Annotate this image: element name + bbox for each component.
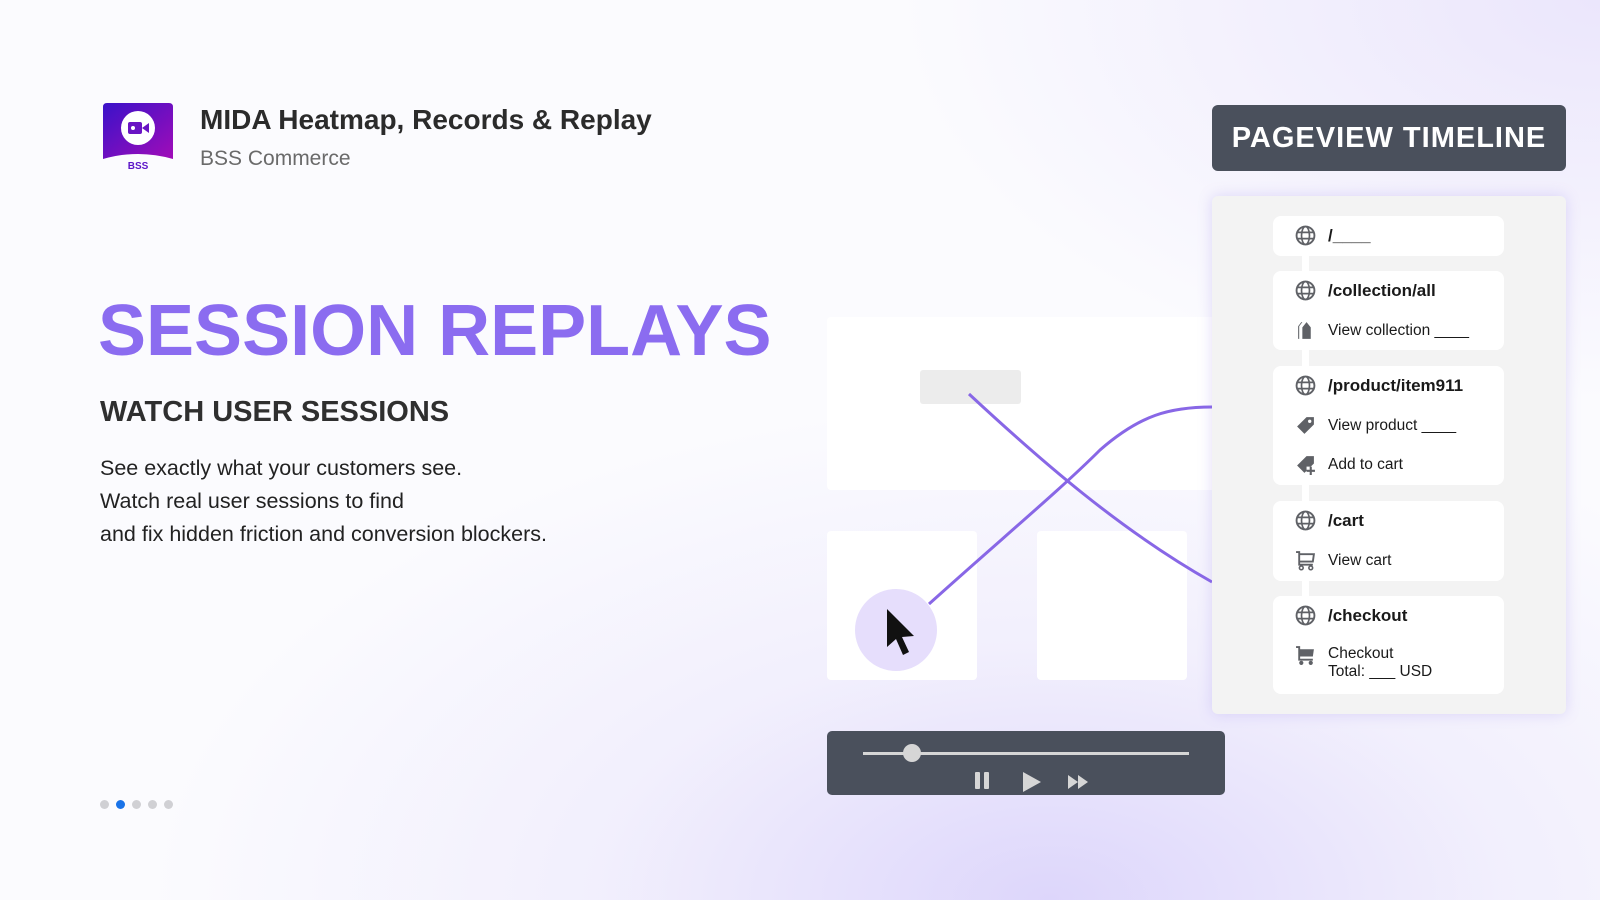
event-text: View collection ____: [1328, 321, 1470, 339]
page-path: /collection/all: [1328, 280, 1436, 300]
page-path: /checkout: [1328, 605, 1408, 625]
page-path: /cart: [1328, 510, 1364, 530]
globe-icon: [1295, 375, 1316, 396]
play-icon[interactable]: [1021, 771, 1043, 793]
progress-knob[interactable]: [902, 744, 921, 762]
globe-icon: [1295, 280, 1316, 301]
tag-icon: [1297, 417, 1314, 434]
event-text: Checkout: [1328, 645, 1394, 662]
globe-icon: [1295, 510, 1316, 531]
replay-player: [827, 731, 1225, 795]
timeline-entry[interactable]: /cart View cart: [1273, 501, 1504, 581]
timeline-entry[interactable]: /____: [1273, 216, 1504, 256]
event-total: Total: ___ USD: [1328, 663, 1433, 680]
timeline-entry[interactable]: /collection/all View collection ____: [1273, 271, 1504, 350]
page-path: /product/item911: [1328, 375, 1464, 395]
globe-icon: [1295, 225, 1316, 246]
collection-tags-icon: [1298, 322, 1311, 339]
cart-outline-icon: [1296, 551, 1315, 571]
timeline-label: PAGEVIEW TIMELINE: [1212, 105, 1566, 171]
pause-icon[interactable]: [975, 771, 991, 791]
cart-filled-icon: [1296, 646, 1314, 665]
timeline-entry[interactable]: /checkout Checkout Total: ___ USD: [1273, 596, 1504, 694]
globe-icon: [1295, 605, 1316, 626]
page-path: /____: [1328, 225, 1371, 245]
event-text: View cart: [1328, 551, 1392, 569]
tag-plus-icon: [1297, 456, 1315, 475]
event-text: Add to cart: [1328, 455, 1403, 473]
fast-forward-icon[interactable]: [1067, 774, 1091, 790]
event-text: View product ____: [1328, 416, 1457, 434]
timeline-entry[interactable]: /product/item911 View product ____ Add t…: [1273, 366, 1504, 485]
